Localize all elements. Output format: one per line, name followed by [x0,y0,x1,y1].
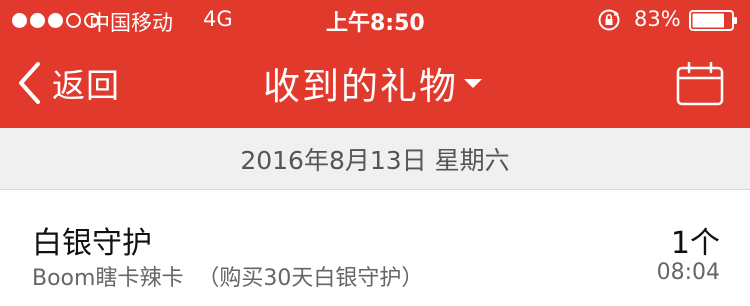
title-dropdown[interactable]: 收到的礼物 [263,58,482,108]
chevron-left-icon [19,62,40,104]
status-time: 上午8:50 [326,11,425,36]
battery-percent: 83% [634,7,681,31]
gift-count: 1个 [670,226,720,261]
app-header: 中国移动 4G 上午8:50 83% 返回 收到的礼物 [0,0,750,128]
date-label: 2016年8月13日 星期六 [240,145,510,175]
gift-list-item[interactable]: 白银守护 1个 Boom瞎卡辣卡 （购买30天白银守护） 08:04 [0,190,750,306]
gift-description: Boom瞎卡辣卡 （购买30天白银守护） [32,266,424,291]
back-label: 返回 [52,66,120,105]
calendar-icon[interactable] [676,62,724,106]
page-title: 收到的礼物 [263,65,458,108]
carrier-name: 中国移动 [89,11,173,35]
status-bar: 中国移动 4G 上午8:50 83% [0,0,750,40]
caret-down-icon [464,78,482,88]
back-button[interactable]: 返回 [16,60,120,106]
rotation-lock-icon [598,9,620,31]
gift-time: 08:04 [656,260,720,285]
network-type: 4G [203,7,233,31]
gift-name: 白银守护 [32,226,152,261]
battery-icon [689,10,737,31]
date-header: 2016年8月13日 星期六 [0,128,750,190]
